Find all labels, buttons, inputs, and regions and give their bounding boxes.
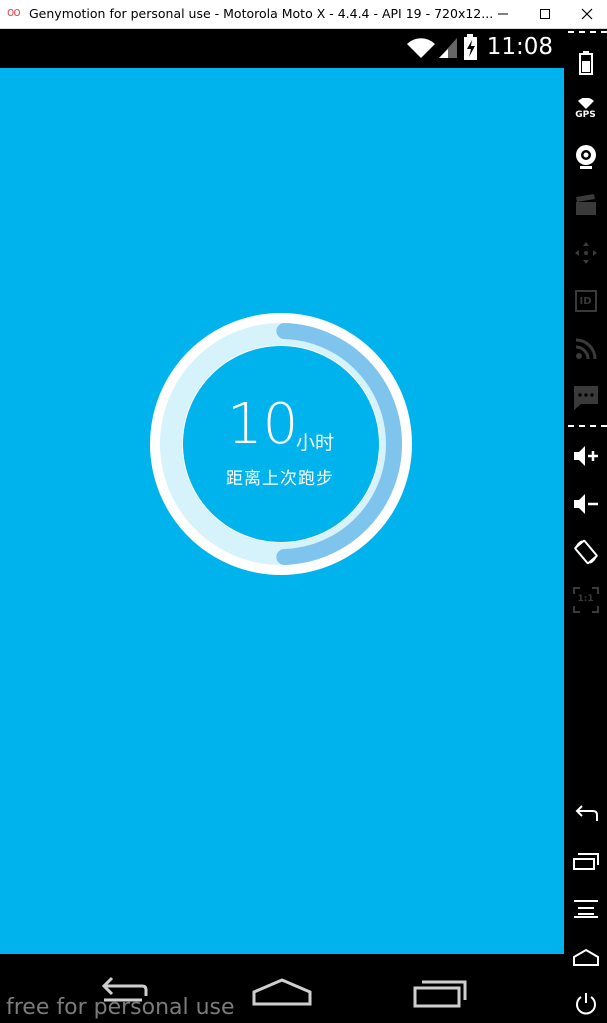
- gps-label: GPS: [575, 110, 596, 120]
- camera-widget-button[interactable]: [564, 143, 607, 171]
- window-titlebar: oo Genymotion for personal use - Motorol…: [0, 0, 607, 29]
- battery-icon: [578, 51, 593, 75]
- clapperboard-icon: [575, 194, 596, 215]
- sidebar-back-button[interactable]: [564, 799, 607, 827]
- move-arrows-icon: [574, 242, 597, 264]
- signal-icon: [439, 38, 457, 58]
- identifiers-widget-button[interactable]: ID: [564, 287, 607, 315]
- webcam-icon: [575, 145, 596, 169]
- status-time: 11:08: [486, 34, 553, 60]
- genymotion-sidebar: GPS ID 1:1: [564, 29, 607, 1023]
- maximize-button[interactable]: [527, 0, 563, 28]
- back-arrow-icon: [101, 976, 148, 996]
- remote-control-widget-button[interactable]: [564, 239, 607, 267]
- sidebar-divider: [568, 425, 607, 427]
- menu-icon: [573, 900, 598, 918]
- hours-value: 10: [227, 392, 299, 457]
- volume-up-button[interactable]: [564, 442, 607, 470]
- home-button[interactable]: [250, 974, 314, 1010]
- power-icon: [575, 993, 596, 1015]
- android-status-bar: 11:08: [0, 29, 564, 68]
- ratio-label: 1:1: [577, 594, 594, 604]
- network-widget-button[interactable]: [564, 335, 607, 363]
- wifi-icon: [407, 38, 435, 58]
- sidebar-menu-button[interactable]: [564, 895, 607, 923]
- window-title: Genymotion for personal use - Motorola M…: [29, 6, 494, 21]
- volume-up-icon: [573, 446, 598, 466]
- genymotion-logo-icon: oo: [7, 5, 21, 19]
- close-icon: [581, 8, 593, 20]
- back-icon: [575, 805, 598, 821]
- battery-widget-button[interactable]: [564, 49, 607, 77]
- sidebar-home-button[interactable]: [564, 943, 607, 971]
- minimize-button[interactable]: [485, 0, 521, 28]
- rss-feed-icon: [575, 338, 596, 360]
- home-icon: [572, 948, 599, 966]
- screencast-widget-button[interactable]: [564, 191, 607, 219]
- since-last-run-caption: 距离上次跑步: [226, 469, 334, 489]
- rotate-icon: [573, 539, 598, 565]
- gps-widget-button[interactable]: GPS: [564, 95, 607, 123]
- home-icon: [252, 978, 312, 1006]
- pixel-perfect-button[interactable]: 1:1: [564, 585, 607, 615]
- close-button[interactable]: [569, 0, 605, 28]
- message-bubble-icon: [573, 386, 598, 410]
- maximize-icon: [540, 9, 550, 19]
- minimize-icon: [498, 13, 508, 15]
- recent-apps-icon: [413, 986, 461, 1008]
- rotate-screen-button[interactable]: [564, 537, 607, 567]
- recent-apps-button[interactable]: [410, 974, 470, 1010]
- sidebar-power-button[interactable]: [564, 989, 607, 1019]
- sms-widget-button[interactable]: [564, 383, 607, 413]
- sidebar-divider: [568, 31, 607, 33]
- id-label: ID: [579, 295, 592, 307]
- hours-unit: 小时: [296, 432, 335, 454]
- sidebar-recent-apps-button[interactable]: [564, 847, 607, 875]
- pixel-perfect-icon: 1:1: [572, 587, 599, 613]
- gps-icon: [577, 98, 594, 109]
- volume-down-button[interactable]: [564, 490, 607, 518]
- recent-apps-icon: [572, 853, 599, 870]
- battery-charging-icon: [464, 34, 477, 60]
- watermark: free for personal use: [6, 995, 235, 1020]
- volume-down-icon: [573, 494, 598, 514]
- id-icon: ID: [574, 290, 597, 312]
